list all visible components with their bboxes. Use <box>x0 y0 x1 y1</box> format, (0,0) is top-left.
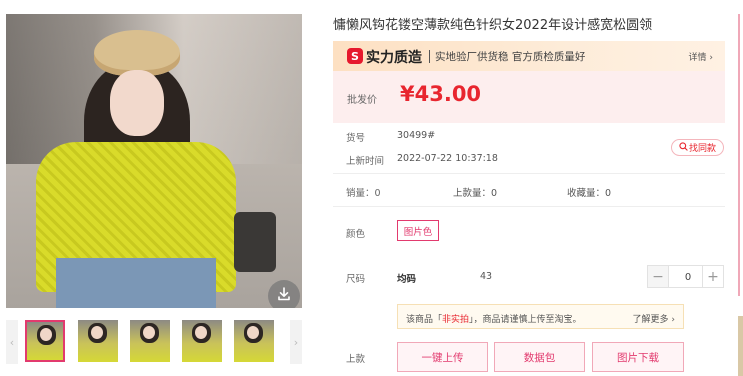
quantity-decrease-button[interactable]: − <box>648 266 669 287</box>
download-image-button[interactable] <box>268 280 300 308</box>
thumbnail-2[interactable] <box>78 320 118 362</box>
sales-count: 销量：0 <box>346 188 381 199</box>
thumbnail-4[interactable] <box>182 320 222 362</box>
thumbnail-strip: ‹ › <box>6 320 302 364</box>
color-option-picture[interactable]: 图片色 <box>397 220 439 241</box>
find-similar-label: 找同款 <box>688 144 716 154</box>
model-face <box>110 70 164 136</box>
find-similar-button[interactable]: 找同款 <box>671 139 724 156</box>
price-box: 批发价 ¥43.00 <box>333 71 725 123</box>
brand-logo-icon: S <box>347 48 363 64</box>
favorites-count: 收藏量：0 <box>567 188 612 199</box>
search-icon <box>679 141 688 154</box>
listings-count: 上款量：0 <box>453 188 498 199</box>
quantity-increase-button[interactable]: + <box>702 266 723 287</box>
image-download-button[interactable]: 图片下载 <box>592 342 684 372</box>
notice-text: 该商品「非实拍」，商品请谨慎上传至淘宝。 <box>406 315 582 325</box>
sku-value: 30499# <box>397 130 436 141</box>
data-pack-button[interactable]: 数据包 <box>494 342 585 372</box>
chevron-left-icon: ‹ <box>9 335 15 349</box>
size-name: 均码 <box>397 274 417 285</box>
quality-banner: S 实力质造 实地验厂供货稳 官方质检质量好 详情 › <box>333 41 725 71</box>
main-product-image[interactable] <box>6 14 302 308</box>
thumbnail-next-button[interactable]: › <box>290 320 302 364</box>
wholesale-price: ¥43.00 <box>400 82 482 106</box>
listed-time-label: 上新时间 <box>346 156 385 167</box>
notice-box: 该商品「非实拍」，商品请谨慎上传至淘宝。 了解更多 › <box>397 304 684 329</box>
product-title: 慵懒风钩花镂空薄款纯色针织女2022年设计感宽松圆领 <box>333 18 653 33</box>
divider <box>333 173 725 174</box>
side-panel-edge <box>738 14 740 296</box>
denim-jeans <box>56 258 216 308</box>
size-stock: 43 <box>480 271 493 282</box>
listed-time-value: 2022-07-22 10:37:18 <box>397 153 498 164</box>
actions-label: 上款 <box>346 354 366 365</box>
chevron-right-icon: › <box>293 335 299 349</box>
color-label: 颜色 <box>346 229 366 240</box>
notice-highlight: 非实拍 <box>442 315 470 325</box>
banner-details-link[interactable]: 详情 › <box>689 50 713 63</box>
size-label: 尺码 <box>346 274 366 285</box>
banner-divider <box>429 50 430 63</box>
divider <box>333 206 725 207</box>
download-icon <box>276 286 292 306</box>
side-panel-thumbnail <box>738 316 743 376</box>
learn-more-link[interactable]: 了解更多 › <box>633 312 675 325</box>
thumbnail-1[interactable] <box>25 320 65 362</box>
brand-name: 实力质造 <box>366 50 422 66</box>
thumbnail-3[interactable] <box>130 320 170 362</box>
handbag <box>234 212 276 272</box>
quantity-stepper: − + <box>647 265 724 288</box>
thumbnail-5[interactable] <box>234 320 274 362</box>
one-click-upload-button[interactable]: 一键上传 <box>397 342 488 372</box>
price-label: 批发价 <box>347 95 377 106</box>
thumbnail-prev-button[interactable]: ‹ <box>6 320 18 364</box>
sku-label: 货号 <box>346 133 366 144</box>
brand-slogan: 实地验厂供货稳 官方质检质量好 <box>435 51 586 63</box>
